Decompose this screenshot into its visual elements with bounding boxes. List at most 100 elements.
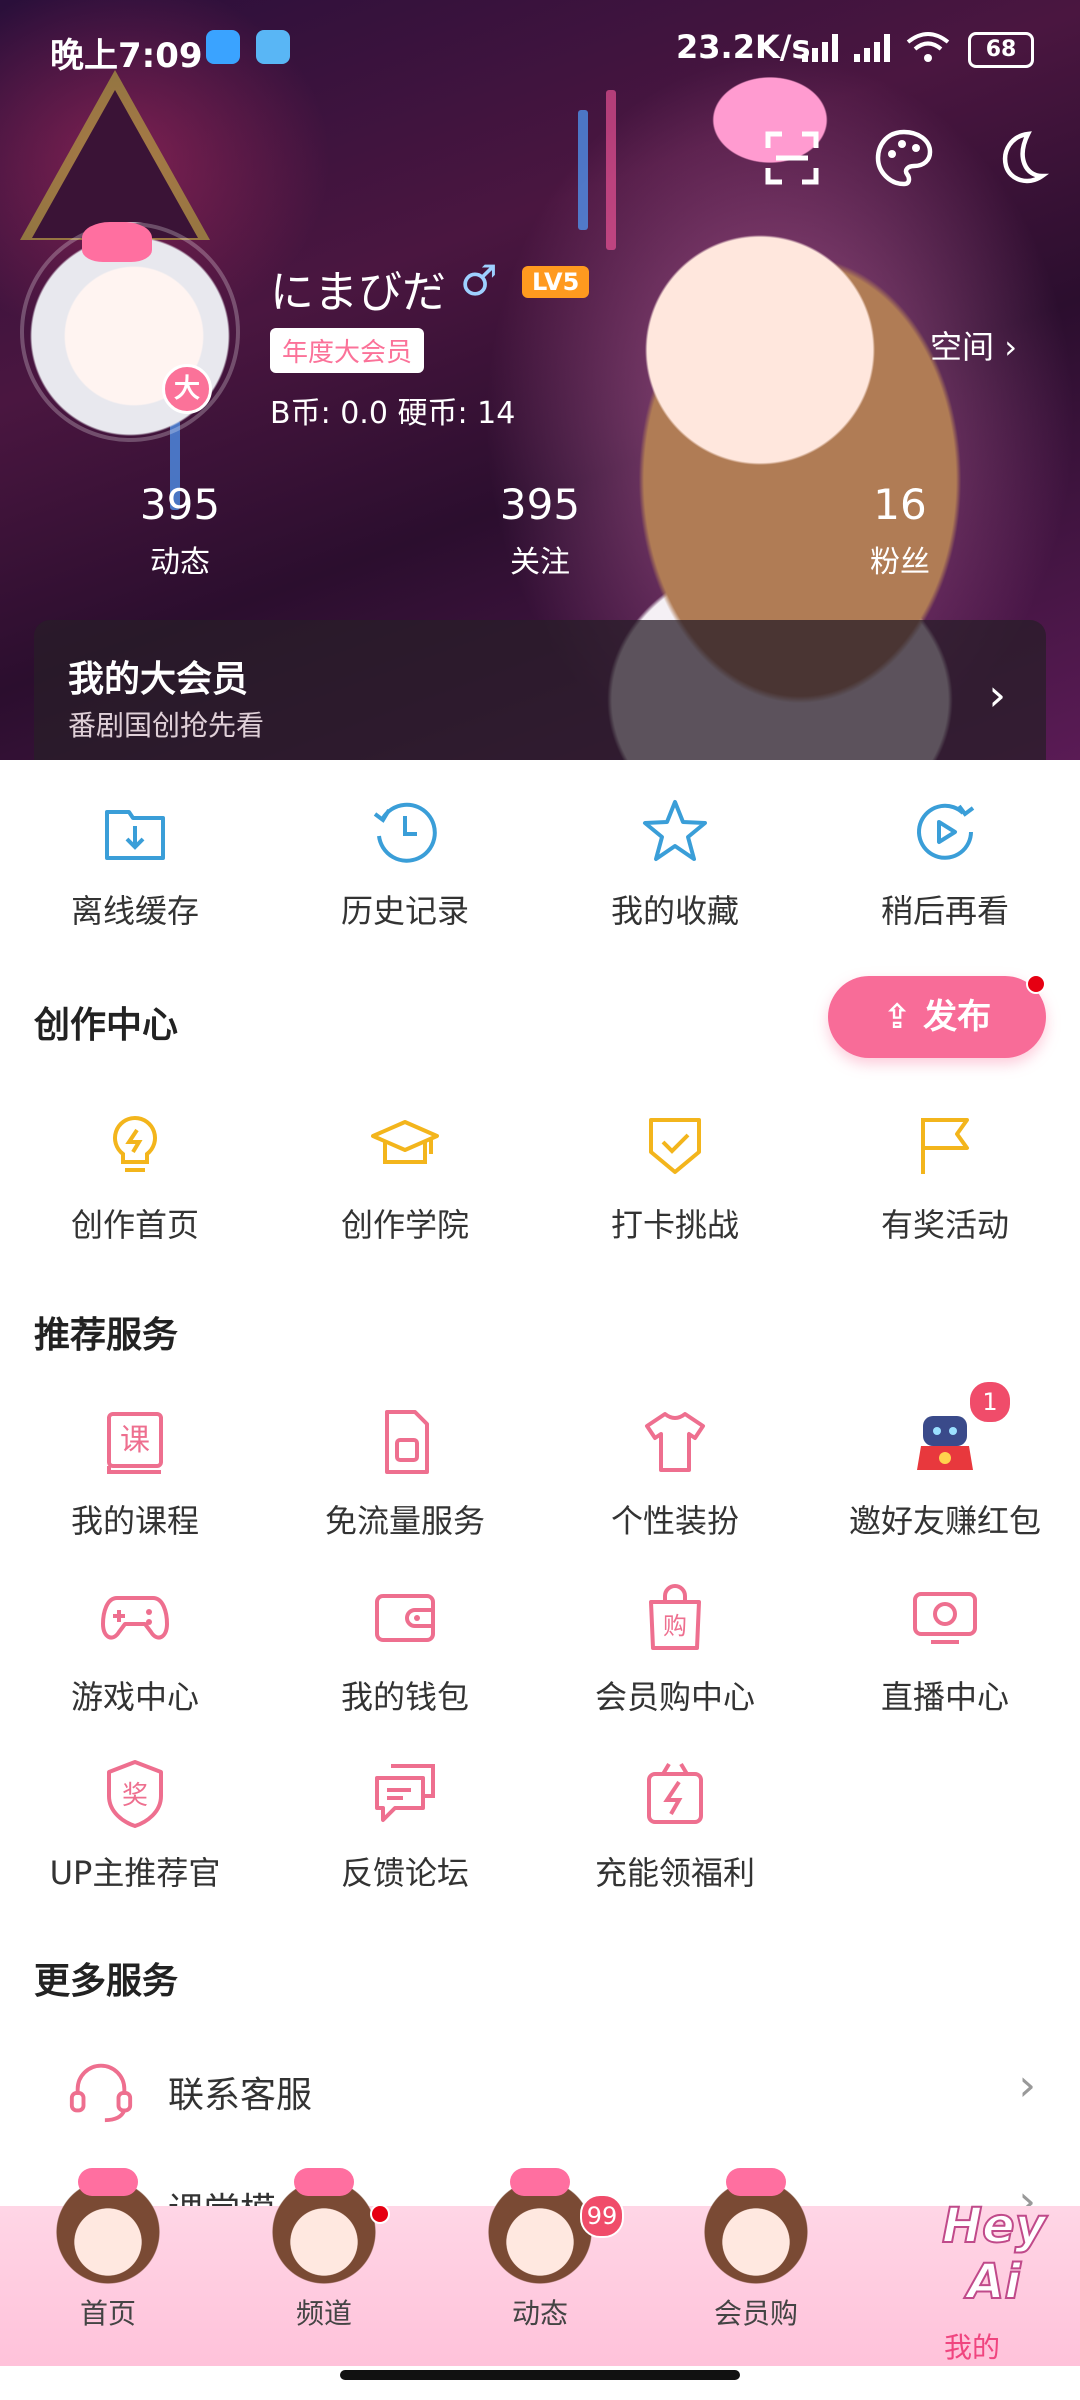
stat-following[interactable]: 395 关注 bbox=[360, 480, 720, 581]
more-services-title: 更多服务 bbox=[34, 1961, 179, 2002]
favorites-button[interactable]: 我的收藏 bbox=[540, 796, 810, 932]
space-label: 空间 bbox=[930, 328, 995, 366]
mall-glyph: 购 bbox=[663, 1612, 687, 1640]
publish-button[interactable]: ⇪ 发布 bbox=[828, 976, 1046, 1058]
tab-mine[interactable]: Hey Ai 我的 bbox=[864, 2180, 1080, 2366]
award-glyph: 奖 bbox=[122, 1781, 148, 1811]
chevron-right-icon: › bbox=[1004, 328, 1017, 366]
scan-icon[interactable] bbox=[762, 128, 822, 188]
stat-label: 动态 bbox=[150, 545, 210, 580]
bow-decoration bbox=[294, 2168, 354, 2196]
chat-bubbles-icon bbox=[375, 1764, 435, 1822]
watch-later-label: 稍后再看 bbox=[880, 892, 1009, 930]
tshirt-icon bbox=[645, 1412, 705, 1472]
services-title: 推荐服务 bbox=[34, 1315, 179, 1356]
tab-label: 我的 bbox=[943, 2331, 1000, 2364]
space-link[interactable]: 空间 › bbox=[930, 322, 1017, 368]
invite-badge: 1 bbox=[968, 1380, 1012, 1424]
my-course-button[interactable]: 课 我的课程 bbox=[0, 1406, 270, 1542]
history-clock-icon bbox=[373, 802, 437, 863]
avatar-bow-decoration bbox=[82, 222, 152, 262]
dress-up-button[interactable]: 个性装扮 bbox=[540, 1406, 810, 1542]
contact-support-row[interactable]: 联系客服 › bbox=[0, 2034, 1080, 2144]
vip-card-subtitle: 番剧国创抢先看 bbox=[68, 709, 265, 742]
stat-fans[interactable]: 16 粉丝 bbox=[720, 480, 1080, 581]
lightbulb-icon bbox=[113, 1115, 157, 1172]
reward-activity-button[interactable]: 有奖活动 bbox=[810, 1110, 1080, 1246]
theme-palette-icon[interactable] bbox=[874, 128, 934, 188]
vip-mall-label: 会员购中心 bbox=[594, 1678, 755, 1716]
award-badge-icon: 奖 bbox=[107, 1760, 163, 1828]
signal-icon bbox=[802, 34, 838, 62]
tab-label: 首页 bbox=[79, 2297, 136, 2330]
channel-notification-dot bbox=[370, 2204, 390, 2224]
triangle-decoration-inner bbox=[32, 90, 198, 238]
stat-value: 395 bbox=[139, 480, 221, 529]
gender-male-icon: ♂ bbox=[460, 256, 498, 305]
live-center-button[interactable]: 直播中心 bbox=[810, 1582, 1080, 1718]
wallet-label: 我的钱包 bbox=[340, 1678, 469, 1716]
hey-ai-logo: Hey Ai bbox=[941, 2197, 1047, 2311]
free-data-button[interactable]: 免流量服务 bbox=[270, 1406, 540, 1542]
gift-bolt-icon bbox=[647, 1762, 703, 1824]
shopping-bag-icon: 购 bbox=[649, 1584, 701, 1650]
watch-later-icon bbox=[917, 803, 975, 860]
tab-label: 会员购 bbox=[713, 2297, 798, 2330]
stat-value: 16 bbox=[873, 480, 927, 529]
vip-mall-button[interactable]: 购 会员购中心 bbox=[540, 1582, 810, 1718]
game-center-button[interactable]: 游戏中心 bbox=[0, 1582, 270, 1718]
free-data-label: 免流量服务 bbox=[324, 1502, 485, 1540]
stat-dynamics[interactable]: 395 动态 bbox=[0, 480, 360, 581]
favorites-label: 我的收藏 bbox=[610, 892, 739, 930]
sim-card-icon bbox=[385, 1410, 429, 1474]
gamepad-icon bbox=[101, 1596, 169, 1640]
stat-label: 关注 bbox=[510, 545, 570, 580]
offline-cache-label: 离线缓存 bbox=[70, 892, 199, 930]
watch-later-button[interactable]: 稍后再看 bbox=[810, 796, 1080, 932]
charge-welfare-label: 充能领福利 bbox=[594, 1854, 755, 1892]
creation-center-title: 创作中心 bbox=[34, 1005, 179, 1046]
creation-academy-button[interactable]: 创作学院 bbox=[270, 1110, 540, 1246]
vip-badge: 大 bbox=[162, 364, 212, 414]
dynamic-badge: 99 bbox=[580, 2194, 624, 2238]
reward-activity-label: 有奖活动 bbox=[880, 1206, 1009, 1244]
creation-home-label: 创作首页 bbox=[70, 1206, 199, 1244]
invite-friends-label: 邀好友赚红包 bbox=[848, 1502, 1041, 1540]
offline-cache-button[interactable]: 离线缓存 bbox=[0, 796, 270, 932]
night-mode-moon-icon[interactable] bbox=[990, 128, 1050, 188]
bow-decoration bbox=[726, 2168, 786, 2196]
app-notification-icon bbox=[206, 30, 240, 64]
network-speed: 23.2K/s bbox=[676, 28, 811, 66]
invite-friends-button[interactable]: 邀好友赚红包 bbox=[810, 1406, 1080, 1542]
tab-home[interactable]: 首页 bbox=[0, 2168, 216, 2332]
history-button[interactable]: 历史记录 bbox=[270, 796, 540, 932]
flag-icon bbox=[921, 1118, 969, 1174]
weather-icon bbox=[256, 30, 290, 64]
charge-welfare-button[interactable]: 充能领福利 bbox=[540, 1758, 810, 1894]
username[interactable]: にまびだ bbox=[270, 256, 446, 320]
vip-tag[interactable]: 年度大会员 bbox=[270, 328, 425, 373]
wallet-button[interactable]: 我的钱包 bbox=[270, 1582, 540, 1718]
course-book-icon: 课 bbox=[107, 1412, 163, 1474]
wallet-icon bbox=[375, 1594, 435, 1642]
download-folder-icon bbox=[105, 810, 165, 860]
creation-academy-label: 创作学院 bbox=[340, 1206, 469, 1244]
tab-vip-mall[interactable]: 会员购 bbox=[648, 2168, 864, 2332]
up-recommender-button[interactable]: 奖 UP主推荐官 bbox=[0, 1758, 270, 1894]
creation-home-button[interactable]: 创作首页 bbox=[0, 1110, 270, 1246]
stat-label: 粉丝 bbox=[870, 545, 930, 580]
level-badge: LV5 bbox=[522, 266, 590, 298]
publish-label: 发布 bbox=[923, 997, 992, 1037]
feedback-forum-button[interactable]: 反馈论坛 bbox=[270, 1758, 540, 1894]
tab-channel[interactable]: 频道 bbox=[216, 2168, 432, 2332]
status-bar: 晚上7:09 23.2K/s 68 bbox=[0, 0, 1080, 96]
stat-value: 395 bbox=[499, 480, 581, 529]
checkin-challenge-button[interactable]: 打卡挑战 bbox=[540, 1110, 810, 1246]
dress-up-label: 个性装扮 bbox=[610, 1502, 739, 1540]
contact-support-label: 联系客服 bbox=[168, 2075, 313, 2116]
chevron-right-icon: › bbox=[988, 670, 1006, 721]
home-indicator bbox=[340, 2370, 740, 2380]
up-recommender-label: UP主推荐官 bbox=[49, 1854, 221, 1892]
chevron-right-icon: › bbox=[1018, 2060, 1036, 2111]
course-glyph: 课 bbox=[120, 1423, 150, 1458]
